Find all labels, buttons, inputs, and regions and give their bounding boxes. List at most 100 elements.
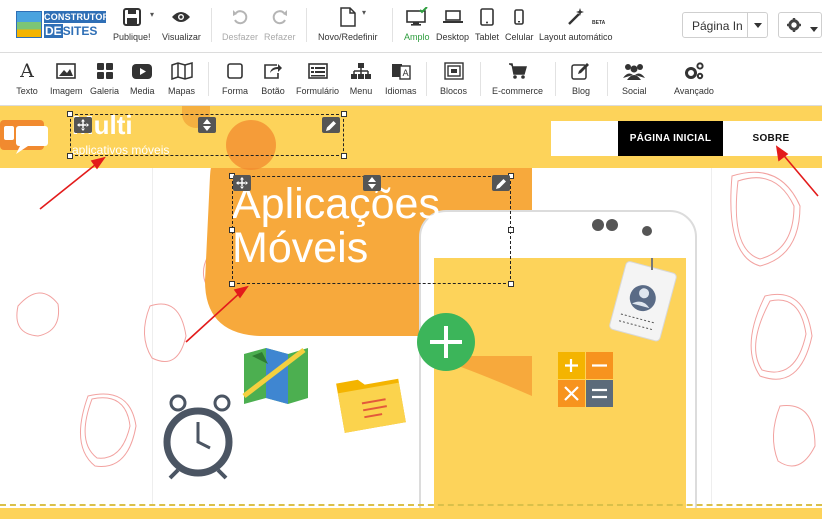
settings-button[interactable]: [778, 12, 822, 38]
svg-text:A: A: [402, 69, 409, 79]
text-icon: A: [20, 60, 34, 82]
add-form-button[interactable]: Formulário: [296, 60, 339, 102]
undo-label: Desfazer: [222, 32, 259, 42]
mobile-view-label: Celular: [505, 32, 534, 42]
add-blog-button[interactable]: Blog: [569, 60, 593, 102]
add-map-label: Mapas: [168, 86, 196, 96]
desktop-view-label: Desktop: [436, 32, 470, 42]
logo-line1: CONSTRUTOR: [44, 11, 110, 23]
new-reset-caret-icon[interactable]: ▾: [362, 8, 366, 17]
website-builder: CONSTRUTOR DESITES Publique! ▾ Visualiza…: [0, 0, 822, 519]
gear-icon: [787, 18, 801, 37]
save-icon: [120, 6, 144, 28]
desktop-view-button[interactable]: Desktop: [436, 6, 469, 48]
top-toolbar: CONSTRUTOR DESITES Publique! ▾ Visualiza…: [0, 0, 822, 53]
logo-line2-prefix: DE: [44, 24, 63, 38]
annotation-arrows: [39, 145, 819, 343]
toolbar-divider: [555, 62, 556, 96]
page-selector-value: Página In: [692, 19, 743, 33]
form-icon: [306, 60, 330, 82]
logo-line2: DESITES: [44, 24, 97, 38]
add-button-button[interactable]: Botão: [261, 60, 285, 102]
monitor-icon: [405, 6, 429, 28]
add-shape-label: Forma: [222, 86, 249, 96]
publish-button[interactable]: Publique!: [113, 6, 151, 48]
add-media-label: Media: [130, 86, 155, 96]
add-media-button[interactable]: Media: [130, 60, 155, 102]
redo-icon: [268, 6, 292, 28]
publish-caret-icon[interactable]: ▾: [150, 10, 154, 19]
auto-layout-button[interactable]: Layout automático: [539, 6, 613, 48]
preview-button[interactable]: Visualizar: [162, 6, 201, 48]
media-icon: [130, 60, 154, 82]
new-reset-button[interactable]: Novo/Redefinir: [318, 6, 378, 48]
toolbar-divider: [480, 62, 481, 96]
section-boundary: [0, 504, 822, 506]
add-language-label: Idiomas: [385, 86, 417, 96]
add-gallery-label: Galeria: [90, 86, 120, 96]
builder-logo[interactable]: CONSTRUTOR DESITES: [16, 11, 110, 38]
tablet-icon: [475, 6, 499, 28]
toolbar-divider: [607, 62, 608, 96]
logo-image: [16, 11, 42, 38]
logo-line2-suffix: SITES: [62, 24, 98, 38]
gears-icon: [682, 60, 706, 82]
add-form-label: Formulário: [296, 86, 340, 96]
add-image-button[interactable]: Imagem: [50, 60, 83, 102]
laptop-icon: [441, 6, 465, 28]
gallery-icon: [93, 60, 117, 82]
add-text-button[interactable]: A Texto: [15, 60, 39, 102]
add-shape-button[interactable]: Forma: [222, 60, 248, 102]
beta-badge: BETA: [592, 20, 606, 26]
shape-icon: [223, 60, 247, 82]
add-menu-label: Menu: [349, 86, 373, 96]
add-blocks-label: Blocos: [440, 86, 468, 96]
tablet-view-button[interactable]: Tablet: [475, 6, 499, 48]
toolbar-divider: [306, 8, 307, 42]
button-icon: [261, 60, 285, 82]
page-selector[interactable]: Página In: [682, 12, 768, 38]
advanced-button[interactable]: Avançado: [674, 60, 714, 102]
editor-canvas[interactable]: Multi aplicativos móveis PÁGINA INICIAL …: [0, 106, 822, 519]
mobile-view-button[interactable]: Celular: [505, 6, 534, 48]
add-ecommerce-label: E-commerce: [492, 86, 544, 96]
add-ecommerce-button[interactable]: E-commerce: [492, 60, 543, 102]
phone-icon: [507, 6, 531, 28]
publish-label: Publique!: [113, 32, 151, 42]
undo-button[interactable]: Desfazer: [222, 6, 258, 48]
social-icon: [622, 60, 646, 82]
blog-icon: [569, 60, 593, 82]
tablet-view-label: Tablet: [475, 32, 500, 42]
magic-wand-icon: [564, 6, 588, 28]
toolbar-divider: [211, 8, 212, 42]
map-icon: [170, 60, 194, 82]
advanced-label: Avançado: [674, 86, 714, 96]
language-icon: A: [389, 60, 413, 82]
add-image-label: Imagem: [50, 86, 83, 96]
add-blocks-button[interactable]: Blocos: [440, 60, 467, 102]
next-section[interactable]: [0, 508, 822, 519]
add-social-label: Social: [622, 86, 647, 96]
wide-view-label: Amplo: [404, 32, 430, 42]
redo-label: Refazer: [264, 32, 296, 42]
wide-view-button[interactable]: Amplo: [404, 6, 430, 48]
image-icon: [54, 60, 78, 82]
add-gallery-button[interactable]: Galeria: [90, 60, 119, 102]
add-blog-label: Blog: [571, 86, 590, 96]
preview-label: Visualizar: [162, 32, 201, 42]
new-reset-label: Novo/Redefinir: [318, 32, 378, 42]
auto-layout-label: Layout automático: [539, 32, 613, 42]
toolbar-divider: [426, 62, 427, 96]
chevron-down-icon[interactable]: [747, 13, 767, 37]
toolbar-divider: [208, 62, 209, 96]
add-social-button[interactable]: Social: [622, 60, 647, 102]
add-language-button[interactable]: A Idiomas: [385, 60, 417, 102]
eye-icon: [169, 6, 193, 28]
add-menu-button[interactable]: Menu: [349, 60, 373, 102]
add-map-button[interactable]: Mapas: [168, 60, 195, 102]
add-text-label: Texto: [16, 86, 38, 96]
menu-icon: [349, 60, 373, 82]
undo-icon: [228, 6, 252, 28]
settings-caret-icon: [810, 19, 818, 37]
redo-button[interactable]: Refazer: [264, 6, 296, 48]
